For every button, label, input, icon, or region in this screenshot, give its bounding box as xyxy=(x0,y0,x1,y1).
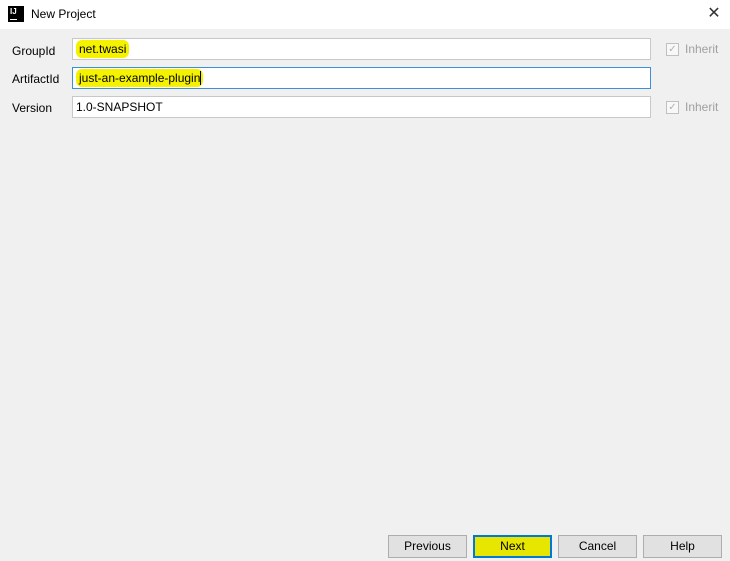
cancel-button[interactable]: Cancel xyxy=(558,535,637,558)
groupid-input[interactable]: net.twasi xyxy=(72,38,651,60)
artifactid-value: just-an-example-plugin xyxy=(76,69,204,87)
inherit-label: Inherit xyxy=(685,42,719,56)
version-value: 1.0-SNAPSHOT xyxy=(76,100,163,114)
version-input[interactable]: 1.0-SNAPSHOT xyxy=(72,96,651,118)
window-title: New Project xyxy=(31,7,96,21)
checkbox-check-icon: ✓ xyxy=(666,100,679,114)
version-label: Version xyxy=(12,101,53,115)
artifactid-label: ArtifactId xyxy=(12,72,60,86)
artifactid-input[interactable]: just-an-example-plugin xyxy=(72,67,651,89)
inherit-label: Inherit xyxy=(685,100,719,114)
groupid-label: GroupId xyxy=(12,44,56,58)
close-button[interactable]: ✕ xyxy=(704,3,724,23)
previous-button[interactable]: Previous xyxy=(388,535,467,558)
groupid-inherit-checkbox[interactable]: ✓ Inherit xyxy=(666,42,718,56)
next-button[interactable]: Next xyxy=(473,535,552,558)
help-button[interactable]: Help xyxy=(643,535,722,558)
intellij-app-icon: IJ xyxy=(8,6,24,22)
version-inherit-checkbox[interactable]: ✓ Inherit xyxy=(666,100,718,114)
groupid-value: net.twasi xyxy=(76,40,130,58)
title-bar: IJ New Project ✕ xyxy=(0,0,730,29)
checkbox-check-icon: ✓ xyxy=(666,42,679,56)
